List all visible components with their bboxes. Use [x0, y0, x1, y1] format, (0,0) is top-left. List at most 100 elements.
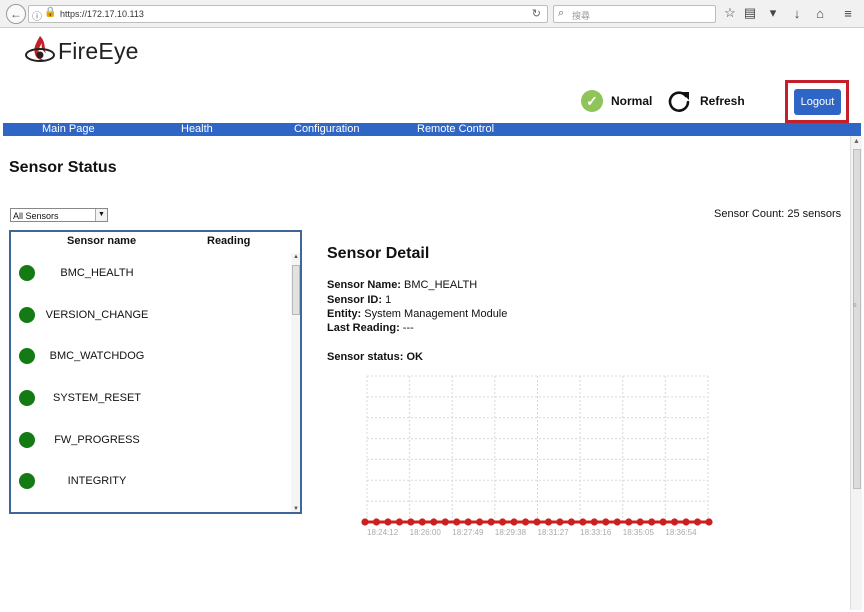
bookmark-star-icon[interactable]: ☆	[722, 5, 738, 21]
chart-grid	[366, 375, 709, 523]
sensor-row-name[interactable]: FW_PROGRESS	[41, 434, 153, 446]
refresh-icon[interactable]	[667, 89, 691, 113]
info-icon[interactable]: ⓘ	[32, 8, 42, 23]
chart-x-tick-label: 18:27:49	[452, 528, 484, 537]
status-ok-icon	[19, 432, 35, 448]
sensor-row[interactable]: FW_PROGRESS	[11, 432, 289, 474]
sensor-row-name[interactable]: SYSTEM_RESET	[41, 392, 153, 404]
chart-point	[430, 518, 438, 526]
chart-x-tick-label: 18:33:16	[580, 528, 612, 537]
chart-point	[590, 518, 598, 526]
system-status: ✓ Normal	[581, 90, 652, 112]
chart-point	[636, 518, 644, 526]
detail-label: Entity:	[327, 308, 362, 320]
sensor-row-name[interactable]: VERSION_CHANGE	[41, 309, 153, 321]
chart-x-ticks: 18:24:12 18:26:00 18:27:49 18:29:38 18:31:27…	[367, 528, 697, 537]
chart-point	[533, 518, 541, 526]
chart-point	[556, 518, 564, 526]
nav-remote-control[interactable]: Remote Control	[417, 123, 494, 136]
refresh-button[interactable]: Refresh	[667, 89, 745, 113]
menu-icon[interactable]: ≡	[840, 5, 856, 21]
lock-warning-icon[interactable]: 🔒	[44, 7, 56, 18]
column-header-reading: Reading	[207, 235, 251, 247]
fireeye-logo: FireEye	[24, 34, 139, 68]
chart-point	[544, 518, 553, 526]
sensor-list-panel: Sensor name Reading BMC_HEALTH VERSION_C…	[9, 230, 302, 514]
scroll-up-arrow-icon[interactable]: ▲	[853, 138, 860, 145]
sensor-detail-title: Sensor Detail	[327, 245, 430, 262]
status-label: Normal	[611, 94, 653, 108]
detail-label: Sensor Name:	[327, 279, 401, 291]
chart-point	[648, 518, 656, 526]
sensor-count: Sensor Count: 25 sensors	[714, 208, 842, 220]
sensor-filter-value[interactable]: All Sensors	[13, 211, 59, 221]
nav-main-page[interactable]: Main Page	[42, 123, 95, 136]
sensor-row[interactable]: VERSION_CHANGE	[11, 307, 289, 349]
home-icon[interactable]: ⌂	[812, 5, 828, 21]
sensor-row-name[interactable]: INTEGRITY	[41, 475, 153, 487]
nav-configuration[interactable]: Configuration	[294, 123, 359, 136]
detail-label: Sensor ID:	[327, 294, 383, 306]
checkmark-icon: ✓	[581, 90, 603, 112]
main-nav: Main Page Health Configuration Remote Co…	[3, 123, 861, 136]
detail-sensor-status: Sensor status: OK	[327, 351, 423, 363]
chart-point	[384, 518, 392, 526]
sensor-row[interactable]: BMC_WATCHDOG	[11, 348, 289, 390]
chart-x-tick-label: 18:31:27	[538, 528, 570, 537]
chart-point	[659, 518, 667, 526]
chart-point	[510, 518, 518, 526]
chart-x-tick-label: 18:35:05	[623, 528, 655, 537]
detail-label: Last Reading:	[327, 322, 400, 334]
chart-point	[453, 518, 461, 526]
pocket-icon[interactable]: ▾	[765, 5, 781, 21]
back-arrow-icon[interactable]: ←	[6, 4, 26, 24]
chevron-down-icon[interactable]: ▼	[95, 209, 107, 221]
sensor-row-name[interactable]: BMC_HEALTH	[41, 267, 153, 279]
download-icon[interactable]: ↓	[789, 5, 805, 21]
detail-value: BMC_HEALTH	[404, 279, 478, 291]
page-title: Sensor Status	[9, 159, 117, 176]
scroll-down-arrow-icon[interactable]: ▼	[293, 506, 299, 512]
page-scrollbar[interactable]: ▲ ≡	[850, 136, 862, 610]
reload-icon[interactable]: ↻	[532, 7, 541, 20]
chart-point	[579, 518, 587, 526]
chart-point	[418, 518, 426, 526]
page-scrollbar-thumb[interactable]	[853, 149, 861, 489]
refresh-label[interactable]: Refresh	[700, 94, 745, 108]
sensor-row-name[interactable]: BMC_WATCHDOG	[41, 350, 153, 362]
fireeye-flame-eye-icon	[25, 36, 55, 62]
chart-point	[625, 518, 633, 526]
sensor-list-scrollbar-thumb[interactable]	[292, 265, 300, 315]
chart-point	[372, 518, 381, 526]
logo-text: FireEye	[58, 37, 139, 64]
scroll-up-arrow-icon[interactable]: ▲	[293, 254, 299, 260]
status-ok-icon	[19, 307, 35, 323]
scroll-grip-icon: ≡	[853, 303, 857, 309]
chart-point	[567, 518, 575, 526]
chart-x-tick-label: 18:24:12	[367, 528, 399, 537]
chart-point	[671, 518, 679, 526]
reading-list-icon[interactable]: ▤	[742, 5, 758, 21]
detail-value: 1	[385, 294, 392, 306]
url-text[interactable]: https://172.17.10.113	[60, 9, 144, 19]
url-bar[interactable]: ⓘ 🔒 https://172.17.10.113 ↻	[28, 5, 548, 23]
chart-point	[521, 518, 530, 526]
sensor-row[interactable]: INTEGRITY	[11, 473, 289, 512]
sensor-reading-chart: 18:24:12 18:26:00 18:27:49 18:29:38 18:31:27…	[361, 375, 713, 537]
sensor-list-scrollbar[interactable]: ▲ ▼	[291, 253, 300, 512]
chart-point	[682, 518, 690, 526]
logout-button[interactable]: Logout	[794, 89, 841, 115]
detail-label: Sensor status:	[327, 351, 404, 363]
search-bar[interactable]: ⌕ 搜尋	[553, 5, 716, 23]
sensor-row[interactable]: BMC_HEALTH	[11, 265, 289, 307]
detail-sensor-id: Sensor ID: 1	[327, 294, 391, 306]
chart-point	[464, 518, 472, 526]
chart-x-tick-label: 18:36:54	[665, 528, 697, 537]
browser-toolbar: ← ⓘ 🔒 https://172.17.10.113 ↻ ⌕ 搜尋 ☆ ▤ ▾…	[0, 0, 864, 28]
sensor-row[interactable]: SYSTEM_RESET	[11, 390, 289, 432]
nav-health[interactable]: Health	[181, 123, 213, 136]
detail-last-reading: Last Reading: ---	[327, 322, 414, 334]
sensor-filter-select[interactable]: All Sensors ▼	[10, 208, 108, 222]
chart-point	[361, 518, 369, 526]
chart-point	[602, 518, 610, 526]
